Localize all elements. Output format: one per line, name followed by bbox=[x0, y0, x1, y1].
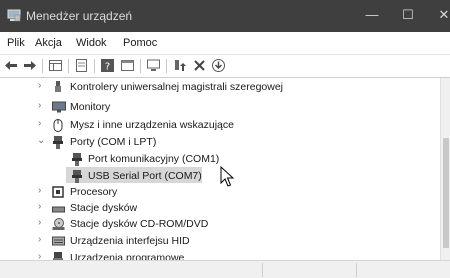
disk-icon bbox=[52, 202, 65, 214]
menu-view[interactable]: Widok bbox=[76, 37, 107, 49]
tree-item-label: Stacje dysków bbox=[70, 202, 138, 214]
tree-item-label: Urządzenia interfejsu HID bbox=[70, 235, 190, 247]
tree-item-label: Port komunikacyjny (COM1) bbox=[88, 153, 220, 165]
properties-window-icon[interactable] bbox=[120, 58, 135, 73]
toolbar-separator bbox=[94, 59, 95, 73]
tree-item-label: Kontrolery uniwersalnej magistrali szere… bbox=[70, 81, 284, 93]
usb-icon bbox=[52, 81, 64, 93]
uninstall-x-icon[interactable] bbox=[192, 58, 207, 73]
expand-chevron-icon[interactable]: › bbox=[38, 100, 41, 111]
menu-file[interactable]: Plik bbox=[7, 37, 25, 49]
vertical-scrollbar[interactable] bbox=[440, 78, 450, 260]
maximize-button[interactable]: ☐ bbox=[388, 0, 428, 32]
collapse-chevron-icon[interactable]: ⌄ bbox=[37, 135, 45, 146]
tree-item-label: Porty (COM i LPT) bbox=[70, 136, 157, 148]
tree-item-label: Procesory bbox=[70, 186, 118, 198]
tree-item-usb-controllers[interactable]: › Kontrolery uniwersalnej magistrali sze… bbox=[0, 79, 440, 95]
title-bar[interactable]: Menedżer urządzeń — ☐ ✕ bbox=[0, 0, 450, 32]
device-tree: › Kontrolery uniwersalnej magistrali sze… bbox=[0, 78, 450, 260]
status-divider bbox=[262, 263, 263, 277]
port-icon bbox=[71, 170, 83, 183]
tree-item-monitors[interactable]: › Monitory bbox=[0, 99, 440, 115]
menu-help[interactable]: Pomoc bbox=[123, 37, 157, 49]
device-manager-app-icon bbox=[7, 9, 21, 22]
toolbar-separator bbox=[68, 59, 69, 73]
port-icon bbox=[52, 136, 64, 149]
tree-item-ports[interactable]: ⌄ Porty (COM i LPT) bbox=[0, 134, 440, 150]
menu-bar: Plik Akcja Widok Pomoc bbox=[0, 32, 450, 55]
cpu-icon bbox=[52, 186, 64, 198]
mouse-cursor-icon bbox=[220, 165, 235, 188]
minimize-button[interactable]: — bbox=[352, 0, 392, 32]
close-button[interactable]: ✕ bbox=[424, 0, 450, 32]
tree-item-label: USB Serial Port (COM7) bbox=[88, 170, 202, 182]
tree-item-software-devices[interactable]: › Urządzenia programowe bbox=[0, 250, 440, 260]
expand-chevron-icon[interactable]: › bbox=[38, 234, 41, 245]
scrollbar-thumb[interactable] bbox=[443, 138, 449, 248]
properties-grid-icon[interactable] bbox=[48, 58, 63, 73]
tree-item-label: Monitory bbox=[70, 101, 111, 113]
expand-chevron-icon[interactable]: › bbox=[38, 80, 41, 91]
back-arrow-icon[interactable] bbox=[4, 58, 19, 73]
mouse-icon bbox=[53, 119, 65, 132]
toolbar-separator bbox=[42, 59, 43, 73]
tree-item-label: Mysz i inne urządzenia wskazujące bbox=[70, 119, 234, 131]
svg-text:?: ? bbox=[105, 62, 110, 73]
expand-chevron-icon[interactable]: › bbox=[38, 118, 41, 129]
status-divider bbox=[356, 263, 357, 277]
monitor-icon bbox=[52, 101, 66, 113]
document-icon[interactable] bbox=[74, 58, 89, 73]
toolbar-separator bbox=[140, 59, 141, 73]
toolbar: ? bbox=[0, 55, 450, 78]
scan-hardware-icon[interactable] bbox=[146, 58, 161, 73]
help-icon[interactable]: ? bbox=[100, 58, 115, 73]
enable-device-icon[interactable] bbox=[211, 58, 226, 73]
tree-item-hid[interactable]: › Urządzenia interfejsu HID bbox=[0, 233, 440, 249]
toolbar-separator bbox=[166, 59, 167, 73]
device-manager-window: Menedżer urządzeń — ☐ ✕ Plik Akcja Widok… bbox=[0, 0, 450, 278]
window-title: Menedżer urządzeń bbox=[26, 9, 133, 23]
tree-item-mice[interactable]: › Mysz i inne urządzenia wskazujące bbox=[0, 117, 440, 133]
port-icon bbox=[71, 153, 83, 166]
tree-child-com1[interactable]: Port komunikacyjny (COM1) bbox=[0, 151, 440, 167]
tree-item-cdrom[interactable]: › Stacje dysków CD-ROM/DVD bbox=[0, 216, 440, 232]
expand-chevron-icon[interactable]: › bbox=[38, 217, 41, 228]
status-bar bbox=[0, 260, 450, 278]
update-driver-icon[interactable] bbox=[172, 58, 187, 73]
forward-arrow-icon[interactable] bbox=[22, 58, 37, 73]
expand-chevron-icon[interactable]: › bbox=[38, 185, 41, 196]
software-icon bbox=[52, 252, 64, 260]
tree-item-label: Stacje dysków CD-ROM/DVD bbox=[70, 218, 209, 230]
menu-action[interactable]: Akcja bbox=[35, 37, 62, 49]
expand-chevron-icon[interactable]: › bbox=[38, 251, 41, 260]
expand-chevron-icon[interactable]: › bbox=[38, 201, 41, 212]
tree-item-label: Urządzenia programowe bbox=[70, 252, 185, 260]
tree-item-disk-drives[interactable]: › Stacje dysków bbox=[0, 200, 440, 216]
hid-icon bbox=[52, 235, 65, 247]
cdrom-icon bbox=[52, 218, 65, 230]
